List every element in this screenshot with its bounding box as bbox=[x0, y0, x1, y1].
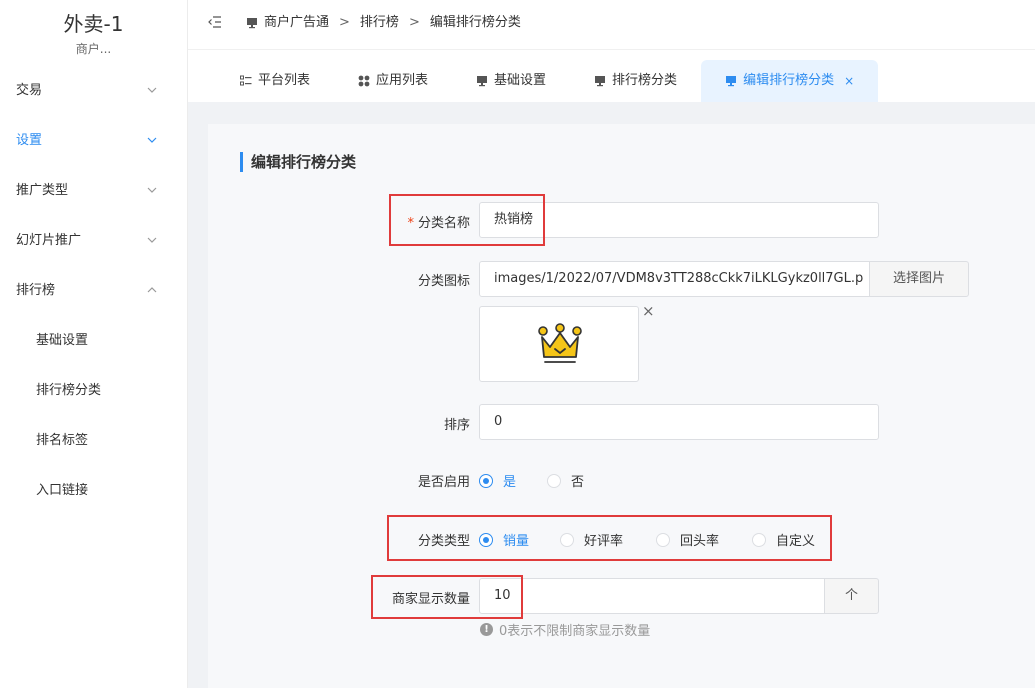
chevron-down-icon bbox=[147, 66, 157, 116]
tab-basic-settings[interactable]: 基础设置 bbox=[452, 60, 570, 102]
section-title: 编辑排行榜分类 bbox=[240, 152, 356, 172]
sidebar-item-promo-type[interactable]: 推广类型 bbox=[0, 166, 187, 216]
category-icon-path-input[interactable]: images/1/2022/07/VDM8v3TT288cCkk7iLKLGyk… bbox=[479, 261, 870, 297]
sidebar-item-slides[interactable]: 幻灯片推广 bbox=[0, 216, 187, 266]
tab-label: 平台列表 bbox=[258, 73, 311, 88]
radio-label: 好评率 bbox=[584, 534, 624, 549]
radio-dot bbox=[752, 532, 766, 547]
sort-input[interactable]: 0 bbox=[479, 404, 879, 440]
merchant-count-input[interactable]: 10 bbox=[479, 578, 825, 614]
crown-icon bbox=[538, 323, 582, 363]
breadcrumb: 商户广告通 > 排行榜 > 编辑排行榜分类 bbox=[246, 0, 521, 46]
brand-subtitle: 商户... bbox=[75, 42, 112, 56]
apps-icon bbox=[358, 75, 370, 87]
type-repeat-radio[interactable]: 回头率 bbox=[656, 530, 719, 549]
sidebar-item-trade[interactable]: 交易 bbox=[0, 66, 187, 116]
radio-label: 销量 bbox=[503, 534, 530, 549]
enabled-no-radio[interactable]: 否 bbox=[547, 471, 584, 490]
breadcrumb-separator: > bbox=[339, 15, 350, 30]
info-icon: ! bbox=[480, 623, 493, 636]
sidebar-subitem-ranking-category[interactable]: 排行榜分类 bbox=[0, 366, 187, 416]
brand: 外卖-1 商户... bbox=[0, 0, 187, 66]
merchant-count-label: 商家显示数量 bbox=[391, 592, 470, 607]
chevron-down-icon bbox=[147, 216, 157, 266]
tab-label: 应用列表 bbox=[376, 73, 429, 88]
tab-edit-ranking-category[interactable]: 编辑排行榜分类 × bbox=[701, 60, 879, 102]
brand-title: 外卖-1 bbox=[63, 12, 124, 36]
top-header: 商户广告通 > 排行榜 > 编辑排行榜分类 bbox=[188, 0, 1035, 50]
monitor-icon bbox=[477, 76, 488, 87]
radio-dot bbox=[479, 532, 493, 547]
enabled-yes-radio[interactable]: 是 bbox=[479, 471, 516, 490]
sidebar-item-settings[interactable]: 设置 bbox=[0, 116, 187, 166]
radio-label: 是 bbox=[503, 475, 517, 490]
chevron-down-icon bbox=[147, 116, 157, 166]
monitor-icon bbox=[726, 76, 737, 87]
tab-label: 编辑排行榜分类 bbox=[743, 73, 835, 88]
radio-label: 自定义 bbox=[776, 534, 816, 549]
sidebar-item-label: 幻灯片推广 bbox=[16, 233, 82, 248]
tab-ranking-category[interactable]: 排行榜分类 bbox=[570, 60, 701, 102]
sidebar-subitem-entry-links[interactable]: 入口链接 bbox=[0, 466, 187, 516]
close-icon[interactable]: × bbox=[844, 60, 854, 102]
sidebar-subitem-basic-settings[interactable]: 基础设置 bbox=[0, 316, 187, 366]
radio-dot bbox=[479, 473, 493, 488]
enabled-label: 是否启用 bbox=[417, 475, 470, 490]
sidebar-item-label: 设置 bbox=[16, 133, 43, 148]
monitor-icon bbox=[247, 18, 257, 29]
radio-dot bbox=[656, 532, 670, 547]
breadcrumb-item-merchant-ads[interactable]: 商户广告通 bbox=[246, 0, 329, 46]
hint-text: 0表示不限制商家显示数量 bbox=[499, 624, 651, 639]
category-name-label: * 分类名称 bbox=[392, 212, 470, 231]
label-text: 分类名称 bbox=[417, 216, 470, 231]
chevron-down-icon bbox=[147, 166, 157, 216]
type-rating-radio[interactable]: 好评率 bbox=[560, 530, 623, 549]
breadcrumb-label: 商户广告通 bbox=[264, 15, 330, 30]
remove-image-icon[interactable]: × bbox=[642, 304, 656, 319]
category-name-input[interactable]: 热销榜 bbox=[479, 202, 879, 238]
sidebar-item-label: 推广类型 bbox=[16, 183, 69, 198]
breadcrumb-item-ranking[interactable]: 排行榜 bbox=[360, 0, 399, 46]
sidebar-subitem-rank-tags[interactable]: 排名标签 bbox=[0, 416, 187, 466]
category-icon-preview bbox=[479, 306, 639, 382]
menu-collapse-icon[interactable] bbox=[208, 16, 224, 32]
merchant-count-hint: ! 0表示不限制商家显示数量 bbox=[480, 620, 650, 639]
sidebar: 外卖-1 商户... 交易 设置 推广类型 幻灯片推广 排行榜 基础设置 排行榜… bbox=[0, 0, 188, 688]
sort-label: 排序 bbox=[443, 418, 470, 433]
category-type-label: 分类类型 bbox=[417, 534, 470, 549]
radio-dot bbox=[560, 532, 574, 547]
category-icon-label: 分类图标 bbox=[417, 274, 470, 289]
type-custom-radio[interactable]: 自定义 bbox=[752, 530, 815, 549]
select-image-button[interactable]: 选择图片 bbox=[869, 261, 969, 297]
tab-app-list[interactable]: 应用列表 bbox=[334, 60, 452, 102]
sidebar-item-label: 交易 bbox=[16, 83, 43, 98]
breadcrumb-separator: > bbox=[408, 15, 420, 30]
tab-label: 基础设置 bbox=[494, 73, 547, 88]
tab-platform-list[interactable]: 平台列表 bbox=[216, 60, 334, 102]
required-mark: * bbox=[407, 216, 414, 231]
type-sales-radio[interactable]: 销量 bbox=[479, 530, 529, 549]
sidebar-item-ranking[interactable]: 排行榜 bbox=[0, 266, 187, 316]
radio-dot bbox=[547, 473, 561, 488]
count-unit-addon: 个 bbox=[824, 578, 879, 614]
monitor-icon bbox=[595, 76, 606, 87]
list-icon bbox=[240, 75, 252, 86]
tab-label: 排行榜分类 bbox=[612, 73, 678, 88]
page-tabs: 平台列表 应用列表 基础设置 排行榜分类 编辑排行榜分类 × bbox=[188, 60, 1035, 102]
radio-label: 否 bbox=[571, 475, 585, 490]
breadcrumb-item-current: 编辑排行榜分类 bbox=[429, 15, 521, 30]
sidebar-item-label: 排行榜 bbox=[16, 283, 56, 298]
chevron-up-icon bbox=[147, 266, 157, 316]
radio-label: 回头率 bbox=[680, 534, 720, 549]
